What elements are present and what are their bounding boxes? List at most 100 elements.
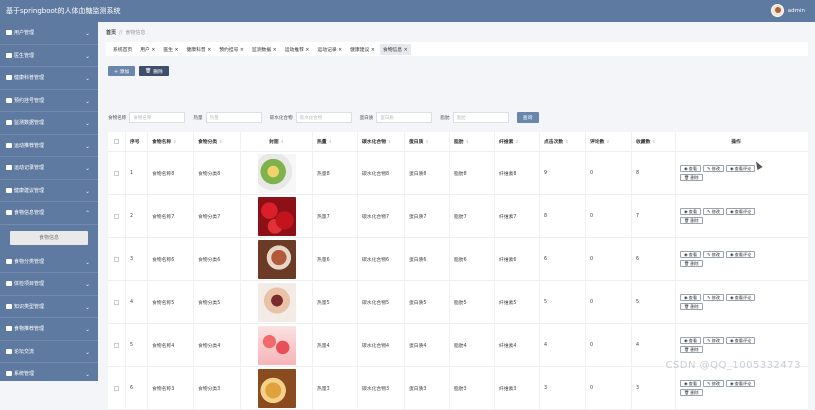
row-actions: ◉ 查看 ✎ 修改 ◉ 查看评论 🗑 删除 [676,281,792,323]
view-comments-button[interactable]: ◉ 查看评论 [725,337,756,344]
table-header-cell[interactable]: 热量 ⇕ [313,132,358,151]
add-button[interactable]: + 添加 [108,66,136,76]
tab[interactable]: 运动推荐 × [282,44,313,55]
view-button[interactable]: ◉ 查看 [680,208,702,215]
cell-value: 8 [636,170,640,176]
view-button[interactable]: ◉ 查看 [680,165,702,172]
row-checkbox[interactable] [114,299,119,305]
edit-button[interactable]: ✎ 修改 [703,380,724,387]
row-checkbox[interactable] [114,342,119,348]
tab[interactable]: 健康科普 × [183,44,214,55]
salad-image[interactable] [257,153,296,193]
table-header-cell[interactable]: 点击次数 ⇕ [540,132,586,151]
trash-icon: 🗑 [145,68,152,74]
view-comments-button[interactable]: ◉ 查看评论 [725,208,756,215]
table-header-cell[interactable]: 评论数 ⇕ [586,132,632,151]
delete-button[interactable]: 🗑 删除 [139,66,169,76]
sidebar-subitem-food-info[interactable]: 食物信息 [10,230,88,245]
tab[interactable]: 食物信息 × [379,43,411,55]
row-delete-button[interactable]: 🗑 删除 [680,389,703,396]
row-checkbox[interactable] [114,385,119,391]
edit-button[interactable]: ✎ 修改 [703,294,724,301]
view-comments-button[interactable]: ◉ 查看评论 [725,294,756,301]
sidebar-item[interactable]: 运动推荐管理 ⌄ [0,135,98,157]
tab[interactable]: 监测数据 × [249,44,280,55]
sidebar-item[interactable]: 系统管理 ⌄ [0,363,98,386]
table-header-cell[interactable]: 封面 ⇕ [241,132,313,151]
sidebar-item[interactable]: 食物分类管理 ⌄ [0,251,98,273]
table-cell [241,195,313,237]
user-menu[interactable]: admin [770,4,805,17]
table-header-cell[interactable]: 食物名称 ⇕ [148,132,194,151]
tab[interactable]: 预约挂号 × [216,44,247,55]
cell-value: 碳水化合物7 [362,214,390,220]
view-button[interactable]: ◉ 查看 [680,251,702,258]
strawberry-image[interactable] [257,196,296,236]
table-header-cell[interactable]: 碳水化合物 ⇕ [358,132,405,151]
search-input[interactable]: 热量 [205,112,262,123]
row-checkbox[interactable] [114,170,119,176]
sidebar-item[interactable]: 预约挂号管理 ⌄ [0,90,98,112]
cell-value: 9 [544,170,548,176]
row-checkbox[interactable] [114,256,119,262]
sidebar-item[interactable]: 医生管理 ⌄ [0,45,98,67]
row-actions: ◉ 查看 ✎ 修改 ◉ 查看评论 🗑 删除 [676,238,792,280]
row-delete-button[interactable]: 🗑 删除 [680,260,703,267]
table-header-cell[interactable]: 脂肪 ⇕ [450,132,495,151]
search-button[interactable]: 查询 [516,112,539,123]
tab[interactable]: 用户 × [137,44,158,55]
sidebar-item[interactable]: 用户管理 ⌄ [0,22,98,45]
sort-icon: ⇕ [328,139,332,144]
row-checkbox[interactable] [114,213,119,219]
edit-button[interactable]: ✎ 修改 [703,337,724,344]
sidebar-item[interactable]: 健康科普管理 ⌄ [0,67,98,90]
edit-button[interactable]: ✎ 修改 [703,208,724,215]
cake-image[interactable] [257,282,296,322]
view-comments-button[interactable]: ◉ 查看评论 [725,380,756,387]
cell-value: 碳水化合物3 [362,386,390,392]
sidebar-item[interactable]: 监测数据管理 ⌄ [0,112,98,135]
tab[interactable]: 运动记录 × [314,44,345,55]
sidebar-item[interactable]: 论坛交流 ⌄ [0,341,98,363]
edit-button[interactable]: ✎ 修改 [703,251,724,258]
row-delete-button[interactable]: 🗑 删除 [680,174,703,181]
table-header-cell[interactable]: 食物分类 ⇕ [194,132,241,151]
edit-button[interactable]: ✎ 修改 [703,165,724,172]
sidebar-item[interactable]: 健康建议管理 ⌄ [0,180,98,202]
view-comments-button[interactable]: ◉ 查看评论 [725,165,756,172]
watermark: CSDN @QQ_1005332473 [665,360,801,371]
search-input[interactable]: 脂肪 [452,112,509,123]
table-header-cell[interactable]: 收藏数 ⇕ [632,132,676,151]
table-cell [241,238,313,280]
sidebar-item[interactable]: 知识类型管理 ⌄ [0,296,98,318]
sidebar-item[interactable]: 体检项目管理 ⌄ [0,273,98,296]
view-button[interactable]: ◉ 查看 [680,337,702,344]
cell-value: 蛋白质4 [409,343,427,349]
table-cell [241,281,313,323]
avatar[interactable] [770,4,784,17]
table-header-cell[interactable]: 蛋白质 ⇕ [405,132,450,151]
sidebar-item[interactable]: 运动记录管理 ⌄ [0,157,98,180]
view-comments-button[interactable]: ◉ 查看评论 [725,251,756,258]
sidebar-item[interactable]: 食物推荐管理 ⌄ [0,318,98,341]
table-header-cell[interactable]: 纤维素 ⇕ [495,132,540,151]
tab[interactable]: 健康建议 × [347,44,378,55]
header-label: 食物分类 [198,140,218,145]
select-all-checkbox[interactable] [114,139,119,144]
search-input[interactable]: 蛋白质 [376,112,433,123]
tab[interactable]: 系统首页 [110,44,135,55]
row-delete-button[interactable]: 🗑 删除 [680,217,703,224]
search-input[interactable]: 碳水化合物 [295,112,352,123]
sidebar-item[interactable]: 食物信息管理 ⌃ [0,202,98,225]
fried-food-image[interactable] [257,368,296,408]
search-input[interactable]: 食物名称 [129,112,186,123]
macaron-image[interactable] [257,325,296,365]
tab[interactable]: 医生 × [160,44,181,55]
row-delete-button[interactable]: 🗑 删除 [680,346,703,353]
view-button[interactable]: ◉ 查看 [680,294,702,301]
view-button[interactable]: ◉ 查看 [680,380,702,387]
row-delete-button[interactable]: 🗑 删除 [680,303,703,310]
cell-value: 食物分类7 [198,214,221,220]
meat-image[interactable] [257,239,296,279]
breadcrumb-home[interactable]: 首页 [106,30,116,36]
